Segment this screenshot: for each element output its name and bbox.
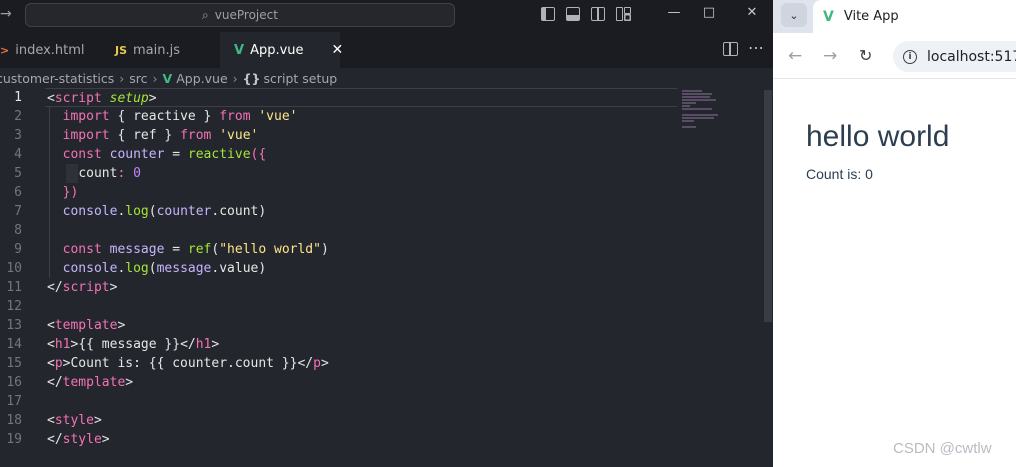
split-editor-icon[interactable] — [723, 42, 738, 56]
address-bar[interactable]: i localhost:517 — [893, 41, 1016, 72]
tab-close-icon[interactable]: ✕ — [332, 42, 344, 58]
maximize-icon[interactable]: □ — [699, 5, 719, 20]
title-bar: → ⌕ vueProject — □ ✕ — [0, 0, 773, 32]
minimize-icon[interactable]: — — [664, 5, 684, 20]
page-heading: hello world — [806, 120, 950, 153]
line-number: 9 — [14, 242, 22, 257]
search-icon: ⌕ — [202, 7, 209, 22]
line-number: 13 — [6, 318, 22, 333]
breadcrumb-item-symbol[interactable]: script setup — [263, 71, 337, 86]
browser-toolbar: ← → ↻ i localhost:517 — [773, 33, 1016, 79]
web-page-content: hello world Count is: 0 CSDN @cwtlw — [773, 80, 1016, 467]
code-line[interactable]: count: 0 — [47, 164, 677, 183]
chevron-down-icon: ⌄ — [789, 8, 799, 22]
code-line[interactable]: console.log(message.value) — [47, 259, 677, 278]
close-icon[interactable]: ✕ — [742, 5, 762, 20]
line-number: 1 — [14, 90, 22, 105]
line-number: 2 — [14, 109, 22, 124]
line-number: 16 — [6, 375, 22, 390]
code-line[interactable]: </template> — [47, 373, 677, 392]
code-line[interactable]: console.log(counter.count) — [47, 202, 677, 221]
vscode-window: → ⌕ vueProject — □ ✕ > index.html JS mai… — [0, 0, 773, 467]
tab-app-vue[interactable]: V App.vue ✕ — [220, 32, 343, 68]
breadcrumb-item-file[interactable]: App.vue — [176, 71, 227, 86]
line-number: 18 — [6, 413, 22, 428]
chevron-right-icon: › — [119, 70, 125, 86]
tab-label: App.vue — [250, 42, 304, 58]
address-text: localhost:517 — [927, 48, 1016, 65]
line-number-gutter: 1 2 3 4 5 6 7 8 9 10 11 12 13 14 15 16 1… — [0, 88, 36, 449]
js-file-icon: JS — [115, 43, 128, 57]
tab-label: index.html — [15, 42, 85, 58]
line-number: 12 — [6, 299, 22, 314]
line-number: 5 — [14, 166, 22, 181]
code-line[interactable]: <style> — [47, 411, 677, 430]
code-line[interactable] — [47, 297, 677, 316]
code-line[interactable]: </style> — [47, 430, 677, 449]
code-line[interactable]: <h1>{{ message }}</h1> — [47, 335, 677, 354]
code-line[interactable] — [47, 221, 677, 240]
line-number: 15 — [6, 356, 22, 371]
code-line[interactable] — [47, 392, 677, 411]
html-file-icon: > — [0, 43, 10, 57]
line-number: 7 — [14, 204, 22, 219]
code-line[interactable]: <p>Count is: {{ counter.count }}</p> — [47, 354, 677, 373]
code-line[interactable]: <script setup> — [45, 88, 677, 107]
tab-search-button[interactable]: ⌄ — [781, 3, 807, 27]
tab-main-js[interactable]: JS main.js — [101, 32, 219, 68]
line-number: 4 — [14, 147, 22, 162]
info-icon[interactable]: i — [903, 49, 917, 64]
chevron-right-icon: › — [152, 70, 158, 86]
line-number: 6 — [14, 185, 22, 200]
code-line[interactable]: <template> — [47, 316, 677, 335]
line-number: 3 — [14, 128, 22, 143]
tab-index-html[interactable]: > index.html — [0, 32, 100, 68]
forward-arrow-icon[interactable]: → — [823, 46, 837, 66]
browser-window: ⌄ V Vite App ← → ↻ i localhost:517 hello… — [773, 0, 1016, 467]
code-editor[interactable]: 1 2 3 4 5 6 7 8 9 10 11 12 13 14 15 16 1… — [0, 88, 773, 467]
back-arrow-icon[interactable]: ← — [788, 46, 802, 66]
browser-tab-vite-app[interactable]: V Vite App — [813, 0, 1016, 33]
more-actions-icon[interactable]: ⋯ — [748, 38, 765, 57]
minimap[interactable] — [682, 90, 742, 130]
code-line[interactable]: import { ref } from 'vue' — [47, 126, 677, 145]
vue-favicon-icon: V — [823, 8, 834, 25]
arrow-right-icon[interactable]: → — [0, 6, 12, 22]
vue-file-icon: V — [162, 70, 173, 86]
editor-tab-bar: > index.html JS main.js V App.vue ✕ — [0, 32, 773, 68]
chevron-right-icon: › — [232, 70, 238, 86]
braces-icon: {} — [242, 70, 261, 86]
breadcrumb: customer-statistics › src › V App.vue › … — [0, 68, 773, 88]
customize-layout-icon[interactable] — [616, 7, 631, 21]
line-number: 10 — [6, 261, 22, 276]
layout-controls — [541, 7, 631, 21]
reload-icon[interactable]: ↻ — [859, 46, 872, 65]
command-center[interactable]: ⌕ vueProject — [25, 3, 455, 27]
line-number: 11 — [6, 280, 22, 295]
command-center-label: vueProject — [214, 8, 278, 22]
breadcrumb-item-root[interactable]: customer-statistics — [0, 71, 114, 86]
toggle-primary-sidebar-icon[interactable] — [541, 7, 555, 21]
editor-scrollbar[interactable] — [764, 90, 772, 322]
line-number: 17 — [6, 394, 22, 409]
code-line[interactable]: import { reactive } from 'vue' — [47, 107, 677, 126]
code-line[interactable]: </script> — [47, 278, 677, 297]
code-line[interactable]: }) — [47, 183, 677, 202]
browser-tab-strip: ⌄ V Vite App — [773, 0, 1016, 33]
code-line[interactable]: const message = ref("hello world") — [47, 240, 677, 259]
line-number: 8 — [14, 223, 22, 238]
count-text: Count is: 0 — [806, 166, 873, 182]
code-line[interactable]: const counter = reactive({ — [47, 145, 677, 164]
watermark: CSDN @cwtlw — [893, 440, 992, 457]
toggle-panel-icon[interactable] — [566, 7, 580, 21]
breadcrumb-item-src[interactable]: src — [129, 71, 147, 86]
code-lines[interactable]: <script setup> import { reactive } from … — [45, 88, 677, 449]
line-number: 14 — [6, 337, 22, 352]
browser-tab-title: Vite App — [843, 9, 899, 24]
toggle-secondary-sidebar-icon[interactable] — [591, 7, 605, 21]
tab-label: main.js — [133, 42, 181, 58]
line-number: 19 — [6, 432, 22, 447]
vue-file-icon: V — [234, 42, 245, 58]
